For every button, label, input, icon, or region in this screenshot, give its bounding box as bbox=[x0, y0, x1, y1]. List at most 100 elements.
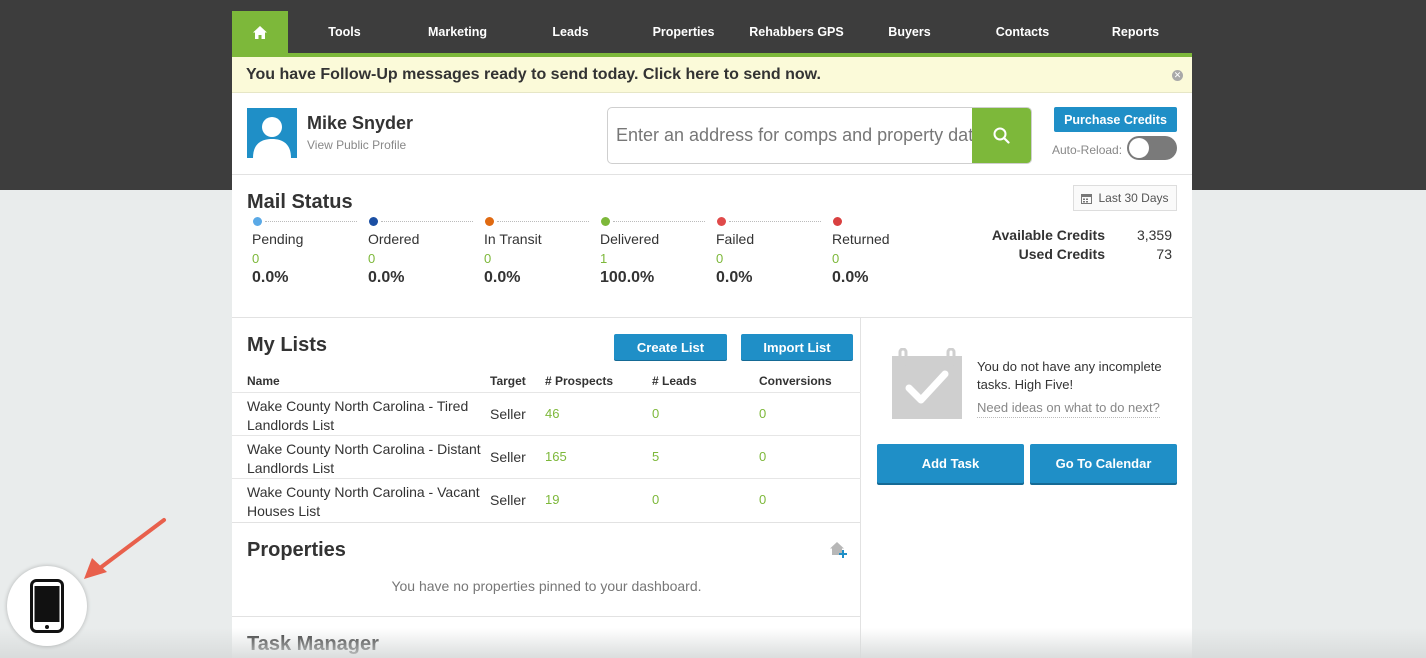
nav-tools[interactable]: Tools bbox=[288, 11, 401, 53]
profile-bar: Mike Snyder View Public Profile Purchase… bbox=[232, 93, 1192, 175]
nav-contacts[interactable]: Contacts bbox=[966, 11, 1079, 53]
status-connector bbox=[729, 221, 821, 222]
followup-banner-text[interactable]: You have Follow-Up messages ready to sen… bbox=[246, 66, 821, 84]
status-count[interactable]: 0 bbox=[484, 251, 491, 266]
go-to-calendar-button[interactable]: Go To Calendar bbox=[1030, 444, 1177, 483]
list-name[interactable]: Wake County North Carolina - Tired Landl… bbox=[247, 397, 482, 435]
status-connector bbox=[265, 221, 357, 222]
col-target[interactable]: Target bbox=[490, 374, 526, 388]
col-leads[interactable]: # Leads bbox=[652, 374, 697, 388]
search-button[interactable] bbox=[972, 108, 1031, 163]
tasks-panel: You do not have any incomplete tasks. Hi… bbox=[862, 318, 1192, 658]
followup-banner[interactable]: You have Follow-Up messages ready to sen… bbox=[232, 57, 1192, 93]
list-conversions[interactable]: 0 bbox=[759, 449, 766, 464]
properties-title: Properties bbox=[247, 539, 346, 561]
nav-rehabbers-gps[interactable]: Rehabbers GPS bbox=[740, 11, 853, 53]
status-label: Delivered bbox=[600, 231, 660, 247]
date-range-label: Last 30 Days bbox=[1098, 191, 1169, 205]
col-name[interactable]: Name bbox=[247, 374, 280, 388]
user-icon bbox=[253, 117, 291, 158]
mobile-view-button[interactable] bbox=[7, 566, 87, 646]
auto-reload-label: Auto-Reload: bbox=[1052, 143, 1123, 157]
list-prospects[interactable]: 19 bbox=[545, 492, 559, 507]
list-leads[interactable]: 5 bbox=[652, 449, 659, 464]
pointer-arrow-icon bbox=[84, 518, 166, 579]
status-percent: 100.0% bbox=[600, 269, 655, 286]
avatar[interactable] bbox=[247, 108, 297, 158]
list-name[interactable]: Wake County North Carolina - Vacant Hous… bbox=[247, 483, 482, 521]
status-percent: 0.0% bbox=[716, 269, 753, 286]
my-lists-panel: My Lists Create List Import List Name Ta… bbox=[232, 318, 861, 658]
list-row[interactable]: Wake County North Carolina - Tired Landl… bbox=[232, 392, 861, 435]
add-task-button[interactable]: Add Task bbox=[877, 444, 1024, 483]
purchase-credits-button[interactable]: Purchase Credits bbox=[1054, 107, 1177, 132]
status-count[interactable]: 0 bbox=[368, 251, 375, 266]
status-count[interactable]: 0 bbox=[716, 251, 723, 266]
mail-status-title: Mail Status bbox=[247, 191, 353, 213]
toggle-knob bbox=[1129, 138, 1149, 158]
status-dot bbox=[601, 217, 610, 226]
available-credits-value: 3,359 bbox=[1136, 227, 1172, 243]
list-leads[interactable]: 0 bbox=[652, 492, 659, 507]
add-property-icon[interactable] bbox=[830, 541, 848, 558]
task-ideas-link[interactable]: Need ideas on what to do next? bbox=[977, 400, 1160, 418]
status-count[interactable]: 0 bbox=[832, 251, 839, 266]
tasks-empty-message: You do not have any incomplete tasks. Hi… bbox=[977, 359, 1162, 392]
col-conversions[interactable]: Conversions bbox=[759, 374, 832, 388]
status-connector bbox=[381, 221, 473, 222]
nav-leads[interactable]: Leads bbox=[514, 11, 627, 53]
profile-name: Mike Snyder bbox=[307, 113, 414, 133]
list-row[interactable]: Wake County North Carolina - Distant Lan… bbox=[232, 435, 861, 478]
list-row[interactable]: Wake County North Carolina - Vacant Hous… bbox=[232, 478, 861, 521]
list-target: Seller bbox=[490, 492, 526, 508]
available-credits-label: Available Credits bbox=[991, 227, 1105, 243]
date-range-button[interactable]: Last 30 Days bbox=[1073, 185, 1177, 211]
list-conversions[interactable]: 0 bbox=[759, 492, 766, 507]
status-dot bbox=[369, 217, 378, 226]
properties-panel: Properties You have no properties pinned… bbox=[232, 522, 861, 616]
main-nav: Tools Marketing Leads Properties Rehabbe… bbox=[232, 11, 1192, 53]
list-prospects[interactable]: 46 bbox=[545, 406, 559, 421]
list-target: Seller bbox=[490, 406, 526, 422]
my-lists-title: My Lists bbox=[247, 334, 328, 356]
status-dot bbox=[833, 217, 842, 226]
status-connector bbox=[497, 221, 589, 222]
list-conversions[interactable]: 0 bbox=[759, 406, 766, 421]
list-leads[interactable]: 0 bbox=[652, 406, 659, 421]
status-dot bbox=[717, 217, 726, 226]
create-list-button[interactable]: Create List bbox=[614, 334, 727, 360]
status-dot bbox=[253, 217, 262, 226]
status-label: Failed bbox=[716, 231, 755, 247]
mail-status-panel: Mail Status Pending 0 0.0% Ordered 0 0.0% In T… bbox=[232, 175, 1192, 318]
col-prospects[interactable]: # Prospects bbox=[545, 374, 613, 388]
address-search bbox=[607, 107, 1032, 164]
nav-properties[interactable]: Properties bbox=[627, 11, 740, 53]
status-label: Pending bbox=[252, 231, 304, 247]
used-credits-value: 73 bbox=[1156, 246, 1172, 262]
auto-reload-toggle[interactable] bbox=[1127, 136, 1177, 160]
status-label: Returned bbox=[832, 231, 890, 247]
used-credits-label: Used Credits bbox=[1018, 246, 1105, 262]
status-connector bbox=[613, 221, 705, 222]
status-percent: 0.0% bbox=[832, 269, 869, 286]
view-public-profile-link[interactable]: View Public Profile bbox=[307, 138, 406, 152]
task-manager-panel: Task Manager bbox=[232, 616, 861, 658]
nav-marketing[interactable]: Marketing bbox=[401, 11, 514, 53]
list-name[interactable]: Wake County North Carolina - Distant Lan… bbox=[247, 440, 482, 478]
nav-reports[interactable]: Reports bbox=[1079, 11, 1192, 53]
import-list-button[interactable]: Import List bbox=[741, 334, 853, 360]
home-tab[interactable] bbox=[232, 11, 288, 53]
home-icon bbox=[253, 25, 267, 39]
smartphone-icon bbox=[30, 579, 64, 633]
list-prospects[interactable]: 165 bbox=[545, 449, 567, 464]
properties-empty-message: You have no properties pinned to your da… bbox=[391, 578, 702, 594]
search-icon bbox=[993, 127, 1010, 144]
nav-buyers[interactable]: Buyers bbox=[853, 11, 966, 53]
status-count[interactable]: 1 bbox=[600, 251, 607, 266]
status-count[interactable]: 0 bbox=[252, 251, 259, 266]
status-label: In Transit bbox=[484, 231, 542, 247]
calendar-icon bbox=[1081, 193, 1093, 204]
search-input[interactable] bbox=[608, 108, 972, 163]
status-dot bbox=[485, 217, 494, 226]
close-icon[interactable]: ✕ bbox=[1172, 70, 1183, 81]
